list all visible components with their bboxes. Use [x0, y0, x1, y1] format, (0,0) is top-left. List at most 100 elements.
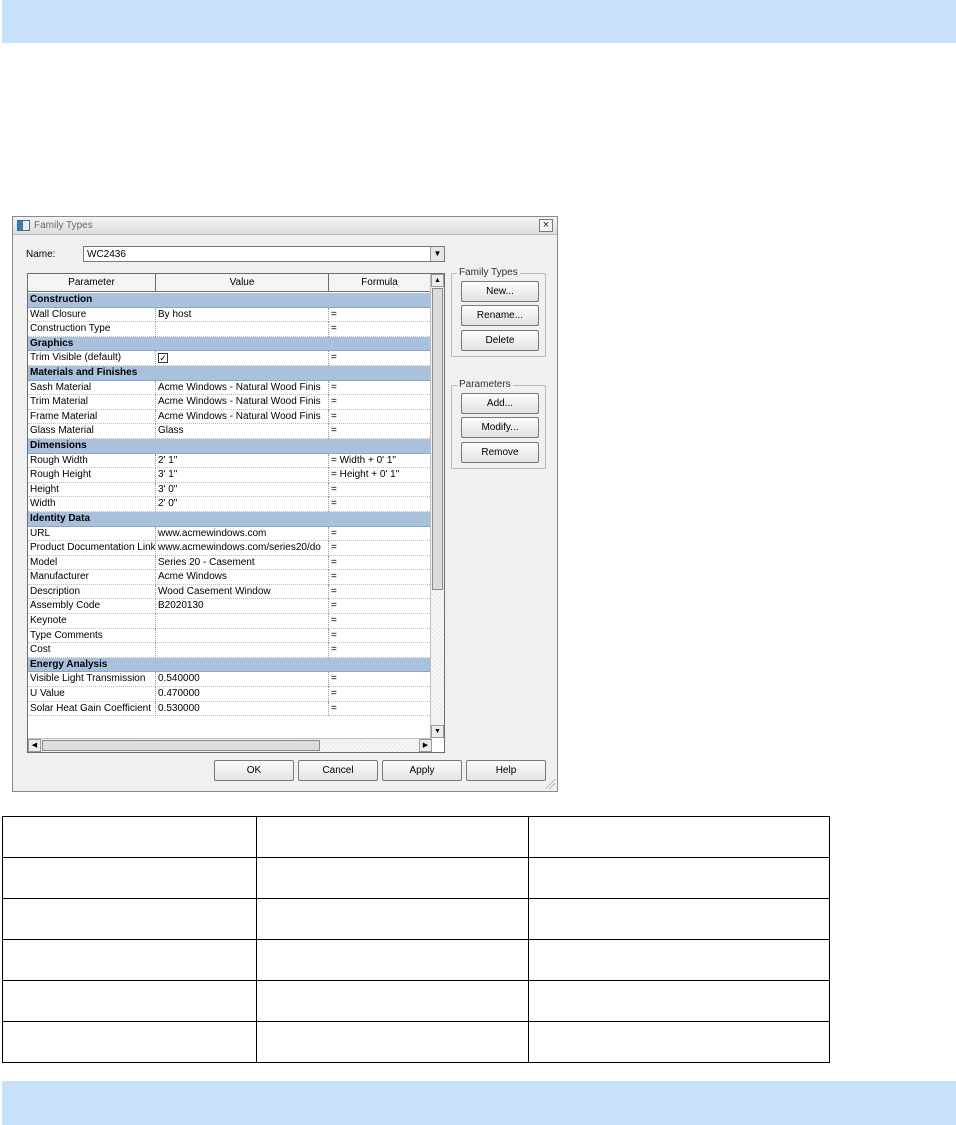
parameter-value[interactable]: 2' 1"	[156, 453, 329, 469]
parameter-value[interactable]	[156, 614, 329, 629]
delete-button[interactable]: Delete	[461, 330, 539, 351]
column-header-formula[interactable]: Formula	[329, 274, 430, 292]
title-bar[interactable]: Family Types ×	[13, 217, 557, 235]
parameter-formula[interactable]: =	[329, 541, 430, 556]
parameter-row[interactable]: Keynote =	[28, 614, 430, 629]
parameter-formula[interactable]: =	[329, 527, 430, 542]
parameter-formula[interactable]: =	[329, 424, 430, 439]
parameter-formula[interactable]: =	[329, 395, 430, 410]
parameter-row[interactable]: Manufacturer Acme Windows =	[28, 570, 430, 585]
parameter-value[interactable]: 0.470000	[156, 687, 329, 702]
parameter-formula[interactable]: = Height + 0' 1"	[329, 468, 430, 483]
chevron-down-icon[interactable]: ▼	[430, 247, 444, 261]
modify-parameter-button[interactable]: Modify...	[461, 417, 539, 438]
parameter-value[interactable]: ✓	[156, 351, 329, 366]
help-button[interactable]: Help	[466, 760, 546, 781]
ok-button[interactable]: OK	[214, 760, 294, 781]
parameter-row[interactable]: Construction Type =	[28, 322, 430, 337]
parameter-value[interactable]: Acme Windows - Natural Wood Finis	[156, 380, 329, 396]
scroll-up-icon[interactable]: ▲	[431, 274, 444, 287]
group-header[interactable]: Materials and Finishes	[28, 365, 430, 381]
parameter-formula[interactable]: =	[329, 483, 430, 498]
parameter-value[interactable]	[156, 643, 329, 658]
horizontal-scrollbar[interactable]: ◀ ▶	[28, 738, 432, 752]
parameter-formula[interactable]: =	[329, 351, 430, 366]
parameter-row[interactable]: Sash Material Acme Windows - Natural Wood…	[28, 380, 430, 396]
name-dropdown[interactable]: WC2436 ▼	[83, 246, 445, 262]
parameter-formula[interactable]: =	[329, 599, 430, 614]
group-header[interactable]: Identity Data	[28, 511, 430, 527]
parameter-formula[interactable]: =	[329, 381, 430, 396]
parameter-value[interactable]: 3' 0"	[156, 482, 329, 498]
vertical-scroll-thumb[interactable]	[432, 288, 443, 590]
scroll-right-icon[interactable]: ▶	[419, 739, 432, 752]
trim-visible-checkbox[interactable]: ✓	[158, 352, 168, 363]
parameter-value[interactable]: B2020130	[156, 599, 329, 615]
parameter-row[interactable]: Trim Visible (default) ✓ =	[28, 351, 430, 366]
parameter-row[interactable]: Wall Closure By host =	[28, 307, 430, 323]
parameter-formula[interactable]: =	[329, 672, 430, 687]
parameter-formula[interactable]: =	[329, 322, 430, 337]
parameter-value[interactable]: www.acmewindows.com	[156, 526, 329, 542]
parameter-formula[interactable]: =	[329, 410, 430, 425]
parameter-row[interactable]: Trim Material Acme Windows - Natural Wood…	[28, 395, 430, 410]
parameter-formula[interactable]: =	[329, 556, 430, 571]
parameter-row[interactable]: Glass Material Glass =	[28, 424, 430, 439]
resize-grip-icon[interactable]	[545, 779, 555, 789]
parameter-value[interactable]	[156, 322, 329, 337]
parameter-value[interactable]: 0.530000	[156, 701, 329, 717]
apply-button[interactable]: Apply	[382, 760, 462, 781]
parameter-value[interactable]	[156, 628, 329, 644]
parameter-row[interactable]: Solar Heat Gain Coefficient 0.530000 =	[28, 701, 430, 717]
parameter-value[interactable]: www.acmewindows.com/series20/do	[156, 541, 329, 556]
parameter-row[interactable]: Width 2' 0" =	[28, 497, 430, 512]
scroll-left-icon[interactable]: ◀	[28, 739, 41, 752]
parameter-formula[interactable]: =	[329, 629, 430, 644]
parameter-row[interactable]: Assembly Code B2020130 =	[28, 599, 430, 615]
parameter-row[interactable]: Cost =	[28, 643, 430, 658]
parameter-formula[interactable]: = Width + 0' 1"	[329, 454, 430, 469]
parameter-row[interactable]: Rough Height 3' 1" = Height + 0' 1"	[28, 468, 430, 483]
scroll-down-icon[interactable]: ▼	[431, 725, 444, 738]
parameter-row[interactable]: U Value 0.470000 =	[28, 687, 430, 702]
parameter-value[interactable]: Series 20 - Casement	[156, 555, 329, 571]
parameter-value[interactable]: By host	[156, 307, 329, 323]
parameter-row[interactable]: Rough Width 2' 1" = Width + 0' 1"	[28, 453, 430, 469]
new-button[interactable]: New...	[461, 281, 539, 302]
parameter-formula[interactable]: =	[329, 585, 430, 600]
group-header[interactable]: Construction	[28, 293, 430, 308]
parameter-formula[interactable]: =	[329, 614, 430, 629]
close-icon[interactable]: ×	[539, 219, 553, 232]
parameter-value[interactable]: Acme Windows - Natural Wood Finis	[156, 409, 329, 425]
rename-button[interactable]: Rename...	[461, 305, 539, 326]
parameter-row[interactable]: URL www.acmewindows.com =	[28, 526, 430, 542]
cancel-button[interactable]: Cancel	[298, 760, 378, 781]
parameter-row[interactable]: Type Comments =	[28, 628, 430, 644]
group-header[interactable]: Dimensions	[28, 438, 430, 454]
parameter-row[interactable]: Visible Light Transmission 0.540000 =	[28, 672, 430, 688]
parameter-value[interactable]: Acme Windows	[156, 570, 329, 585]
column-header-parameter[interactable]: Parameter	[28, 274, 156, 292]
parameter-value[interactable]: Glass	[156, 424, 329, 439]
parameter-row[interactable]: Height 3' 0" =	[28, 482, 430, 498]
parameter-row[interactable]: Frame Material Acme Windows - Natural Woo…	[28, 409, 430, 425]
parameter-formula[interactable]: =	[329, 308, 430, 323]
parameter-value[interactable]: Acme Windows - Natural Wood Finis	[156, 395, 329, 410]
remove-parameter-button[interactable]: Remove	[461, 442, 539, 463]
parameter-formula[interactable]: =	[329, 643, 430, 658]
vertical-scrollbar[interactable]: ▲ ▼	[430, 274, 444, 738]
parameter-value[interactable]: Wood Casement Window	[156, 584, 329, 600]
parameter-value[interactable]: 3' 1"	[156, 468, 329, 483]
parameter-row[interactable]: Product Documentation Link www.acmewindow…	[28, 541, 430, 556]
parameter-row[interactable]: Description Wood Casement Window =	[28, 584, 430, 600]
parameter-row[interactable]: Model Series 20 - Casement =	[28, 555, 430, 571]
parameter-formula[interactable]: =	[329, 702, 430, 717]
group-header[interactable]: Graphics	[28, 336, 430, 352]
column-header-value[interactable]: Value	[156, 274, 329, 292]
add-parameter-button[interactable]: Add...	[461, 393, 539, 414]
parameter-formula[interactable]: =	[329, 687, 430, 702]
horizontal-scroll-thumb[interactable]	[42, 740, 320, 751]
group-header[interactable]: Energy Analysis	[28, 657, 430, 673]
parameter-value[interactable]: 2' 0"	[156, 497, 329, 512]
parameter-value[interactable]: 0.540000	[156, 672, 329, 688]
